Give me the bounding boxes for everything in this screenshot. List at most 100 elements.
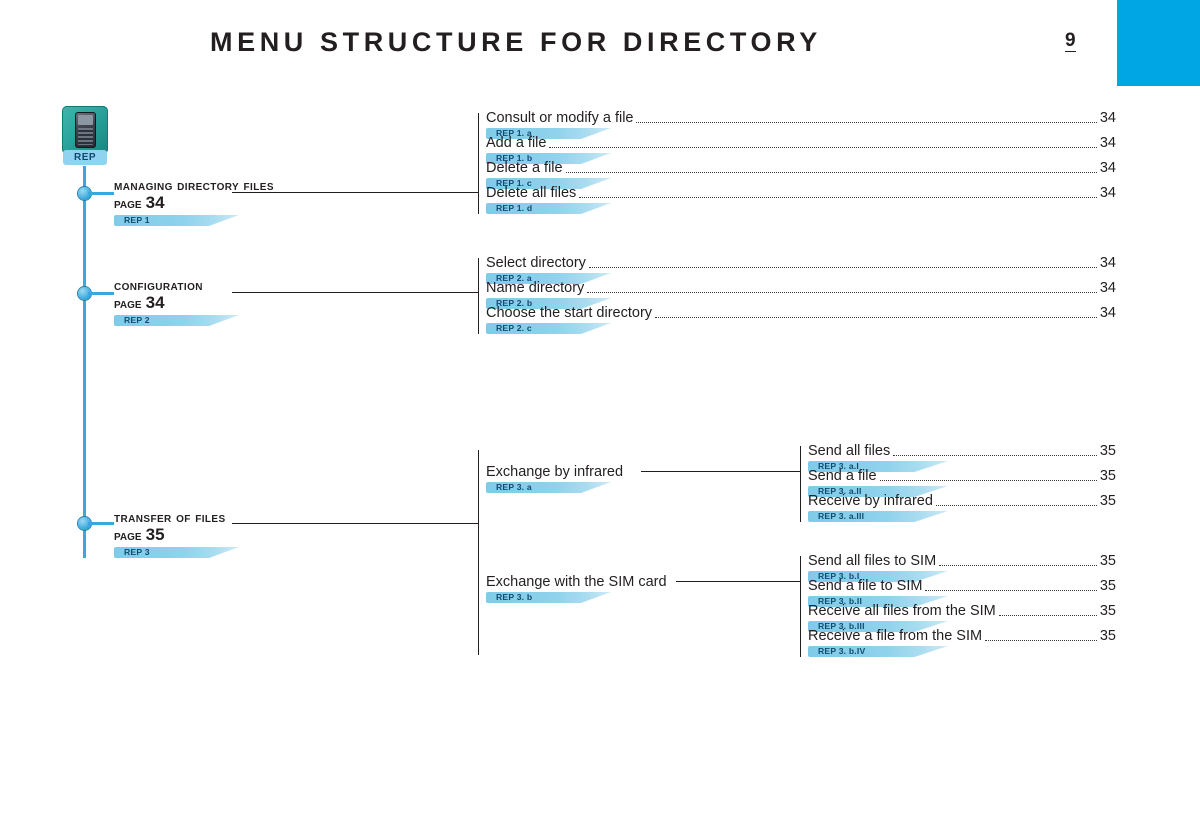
leaf-dots <box>893 455 1097 456</box>
leaf-dots <box>879 480 1097 481</box>
accent-corner-block <box>1117 0 1200 86</box>
device-body <box>75 112 96 148</box>
branch-configuration[interactable]: Configuration Page 34 REP 2 <box>114 278 414 327</box>
branch-stem-3 <box>88 522 114 525</box>
leaf-text: Receive all files from the SIM <box>808 603 996 619</box>
branch-page-label: Page <box>114 196 142 212</box>
rep-tag: REP 2. c <box>486 323 1116 335</box>
leaf-text: Delete a file <box>486 160 563 176</box>
group-text: Exchange by infrared <box>486 464 624 480</box>
leaf-page: 35 <box>1099 628 1116 644</box>
leaf-page: 34 <box>1099 160 1116 176</box>
connector-group-3b <box>676 581 800 583</box>
branch-transfer-of-files[interactable]: Transfer of files Page 35 REP 3 <box>114 510 414 559</box>
rep-tag-text: REP 1 <box>124 215 150 225</box>
rep-tag: REP 3 <box>114 547 414 559</box>
rep-device-icon <box>62 106 108 154</box>
rep-tag-text: REP 2 <box>124 315 150 325</box>
group-rule-branch-2 <box>478 258 480 334</box>
leaf-page: 34 <box>1099 255 1116 271</box>
group-rule-3a <box>800 446 802 522</box>
rep-tag: REP 3. a.III <box>808 511 1116 523</box>
rep-tag-text: REP 2. c <box>496 323 532 333</box>
page-title: MENU STRUCTURE FOR DIRECTORY <box>210 27 822 57</box>
leaf-text: Receive a file from the SIM <box>808 628 983 644</box>
group-exchange-with-the-sim-card[interactable]: Exchange with the SIM card REP 3. b <box>486 574 667 604</box>
branch-managing-directory-files[interactable]: Managing directory files Page 34 REP 1 <box>114 178 414 227</box>
device-screen <box>78 115 93 125</box>
group-rule-3b <box>800 556 802 657</box>
leaf-page: 34 <box>1099 135 1116 151</box>
leaf-line: Add a file 34 <box>486 136 1116 151</box>
rep-tag: REP 3. b.IV <box>808 646 1116 658</box>
rep-tag-text: REP 3 <box>124 547 150 557</box>
leaf-dots <box>587 292 1097 293</box>
leaf-line: Receive all files from the SIM 35 <box>808 604 1116 619</box>
leaf-page: 34 <box>1099 110 1116 126</box>
leaf-dots <box>655 317 1097 318</box>
leaf-text: Send all files <box>808 443 891 459</box>
device-keypad <box>78 128 93 145</box>
group-rule-branch-1 <box>478 113 480 214</box>
connector-branch-1 <box>232 192 478 194</box>
rep-tag-text: REP 3. b <box>496 592 533 602</box>
leaf-line: Receive a file from the SIM 35 <box>808 629 1116 644</box>
leaf-dots <box>985 640 1097 641</box>
leaf-page: 34 <box>1099 280 1116 296</box>
branch-stem-2 <box>88 292 114 295</box>
rep-tag-text: REP 3. a.III <box>818 511 865 521</box>
leaf-receive-by-infrared[interactable]: Receive by infrared 35 REP 3. a.III <box>808 494 1116 523</box>
rep-tag-text: REP 1. d <box>496 203 533 213</box>
branch-page-label: Page <box>114 528 142 544</box>
leaf-text: Receive by infrared <box>808 493 933 509</box>
leaf-dots <box>565 172 1097 173</box>
leaf-page: 35 <box>1099 493 1116 509</box>
leaf-line: Select directory 34 <box>486 256 1116 271</box>
group-exchange-by-infrared[interactable]: Exchange by infrared REP 3. a <box>486 464 623 494</box>
branch-stem-1 <box>88 192 114 195</box>
leaf-page: 35 <box>1099 468 1116 484</box>
rep-tag: REP 3. a <box>486 482 623 494</box>
leaf-dots <box>549 147 1097 148</box>
leaf-text: Select directory <box>486 255 586 271</box>
leaf-delete-all-files[interactable]: Delete all files 34 REP 1. d <box>486 186 1116 215</box>
group-rule-branch-3 <box>478 450 480 655</box>
branch-page-number: 34 <box>145 193 165 212</box>
rep-tag: REP 1. d <box>486 203 1116 215</box>
root-label: REP <box>63 150 107 165</box>
leaf-line: Send a file to SIM 35 <box>808 579 1116 594</box>
leaf-page: 35 <box>1099 603 1116 619</box>
leaf-dots <box>636 122 1097 123</box>
branch-page: Page 35 <box>114 526 414 545</box>
rep-tag-text: REP 3. a <box>496 482 532 492</box>
leaf-receive-a-file-from-the-sim[interactable]: Receive a file from the SIM 35 REP 3. b.… <box>808 629 1116 658</box>
leaf-line: Send all files to SIM 35 <box>808 554 1116 569</box>
leaf-choose-the-start-directory[interactable]: Choose the start directory 34 REP 2. c <box>486 306 1116 335</box>
leaf-text: Send all files to SIM <box>808 553 937 569</box>
rep-tag: REP 2 <box>114 315 414 327</box>
leaf-text: Send a file <box>808 468 877 484</box>
leaf-line: Delete a file 34 <box>486 161 1116 176</box>
leaf-dots <box>588 267 1097 268</box>
trunk-line <box>83 166 86 558</box>
branch-page-number: 35 <box>145 525 165 544</box>
leaf-line: Send all files 35 <box>808 444 1116 459</box>
leaf-line: Receive by infrared 35 <box>808 494 1116 509</box>
connector-branch-3 <box>232 523 478 525</box>
leaf-page: 35 <box>1099 578 1116 594</box>
branch-page-number: 34 <box>145 293 165 312</box>
group-text: Exchange with the SIM card <box>486 574 667 590</box>
connector-branch-2 <box>232 292 478 294</box>
rep-tag-text: REP 3. b.IV <box>818 646 866 656</box>
connector-group-3a <box>641 471 800 473</box>
root-node: REP <box>62 106 108 166</box>
leaf-dots <box>579 197 1097 198</box>
leaf-line: Consult or modify a file 34 <box>486 111 1116 126</box>
leaf-text: Choose the start directory <box>486 305 653 321</box>
leaf-page: 34 <box>1099 305 1116 321</box>
branch-page-label: Page <box>114 296 142 312</box>
leaf-line: Choose the start directory 34 <box>486 306 1116 321</box>
leaf-line: Name directory 34 <box>486 281 1116 296</box>
leaf-line: Send a file 35 <box>808 469 1116 484</box>
leaf-line: Delete all files 34 <box>486 186 1116 201</box>
